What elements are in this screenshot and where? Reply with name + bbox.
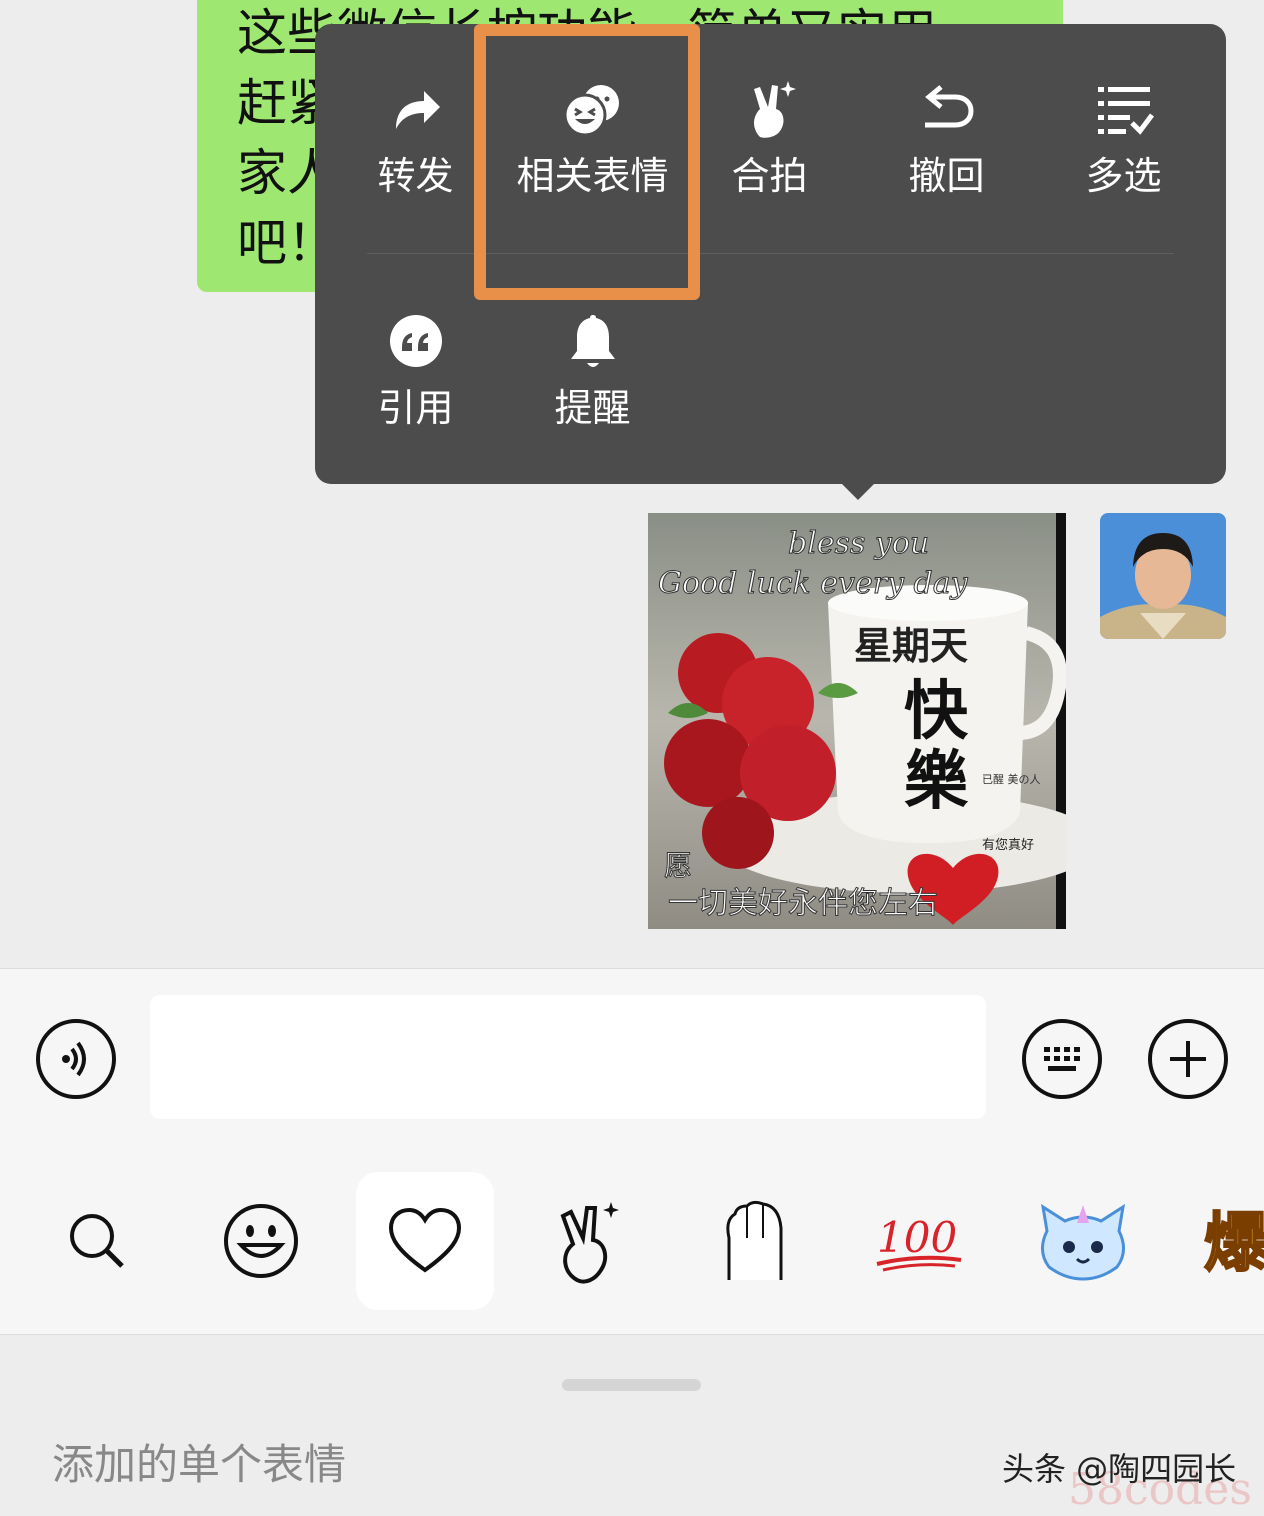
emoji-tab-bar: 100 爆 (0, 1148, 1264, 1335)
burst-text: 爆 (1204, 1207, 1264, 1281)
recall-icon (924, 85, 974, 128)
sticker-text-goodluck: Good luck every day (658, 566, 969, 601)
sticker-text-bottom: 一切美好永伴您左右 (668, 886, 938, 921)
chat-area: 这些微信长按功能，简单又实用，赶紧 家人 吧！ 转发 相关表情 合拍 (0, 0, 1264, 968)
tab-smiley[interactable] (192, 1172, 330, 1310)
menu-remind-label: 提醒 (554, 386, 631, 430)
hundred-icon: 100 (876, 1213, 962, 1272)
menu-recall-label: 撤回 (908, 154, 985, 198)
menu-multiselect-label: 多选 (1085, 154, 1162, 198)
sticker-text-small: 有您真好 (982, 837, 1034, 853)
quote-icon (389, 315, 442, 367)
tab-mitten[interactable] (686, 1172, 824, 1310)
voice-icon (62, 1041, 86, 1077)
bell-icon (570, 315, 615, 367)
panel-drag-handle[interactable] (562, 1379, 701, 1391)
together-icon (753, 81, 796, 138)
tab-burst[interactable]: 爆 (1196, 1172, 1264, 1310)
keyboard-button[interactable] (1022, 1019, 1102, 1099)
menu-together-label: 合拍 (731, 154, 808, 198)
menu-together[interactable]: 合拍 (681, 24, 858, 224)
heart-icon (388, 1207, 462, 1273)
message-input[interactable] (150, 995, 986, 1119)
tab-victory[interactable] (520, 1172, 658, 1310)
menu-recall[interactable]: 撤回 (858, 24, 1035, 224)
sticker-text-kuai: 快 (904, 675, 969, 749)
tab-favorites[interactable] (356, 1172, 494, 1310)
multiselect-icon (1097, 87, 1154, 135)
input-bar (0, 968, 1264, 1149)
voice-button[interactable] (36, 1019, 116, 1099)
unicorn-cat-icon (1040, 1203, 1126, 1281)
watermark: 头条 @陶四园长 (1002, 1450, 1237, 1488)
sticker-text-sunday: 星期天 (854, 624, 968, 668)
sticker-text-bless: bless you (788, 526, 929, 561)
sticker-panel: 添加的单个表情 58codes 头条 @陶四园长 (0, 1335, 1264, 1516)
panel-title: 添加的单个表情 (52, 1440, 347, 1489)
tab-hundred[interactable]: 100 (850, 1172, 988, 1310)
burst-text-icon: 爆 (1203, 1206, 1264, 1282)
plus-icon (1170, 1041, 1206, 1077)
highlight-annotation-box (474, 24, 700, 300)
sticker-text-wish: 愿 (664, 849, 692, 882)
sticker-image[interactable]: bless you Good luck every day 星期天 快 樂 已醒… (648, 513, 1066, 929)
menu-quote-label: 引用 (377, 386, 454, 430)
victory-hand-icon (560, 1202, 619, 1284)
tab-search[interactable] (28, 1172, 166, 1310)
long-press-menu: 转发 相关表情 合拍 撤回 多选 引用 提醒 (315, 24, 1226, 484)
mitten-icon (726, 1200, 783, 1280)
plus-button[interactable] (1148, 1019, 1228, 1099)
sticker-art: bless you Good luck every day 星期天 快 樂 已醒… (648, 513, 1066, 929)
tab-unicorn[interactable] (1014, 1172, 1152, 1310)
avatar-portrait (1100, 513, 1226, 639)
sticker-text-side: 已醒 美の人 (982, 773, 1041, 786)
avatar[interactable] (1100, 513, 1226, 639)
keyboard-icon (1044, 1047, 1080, 1071)
smiley-icon (224, 1204, 298, 1278)
menu-pointer-arrow (842, 484, 874, 500)
hundred-text: 100 (877, 1213, 957, 1262)
sticker-text-le: 樂 (904, 745, 969, 819)
search-icon (70, 1214, 124, 1268)
forward-icon (395, 91, 440, 129)
menu-multiselect[interactable]: 多选 (1035, 24, 1212, 224)
